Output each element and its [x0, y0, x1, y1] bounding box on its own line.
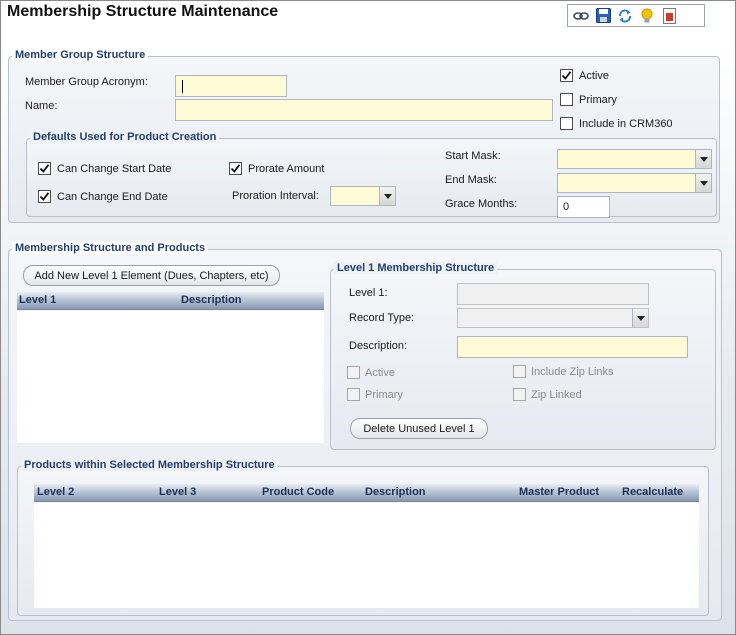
start-mask-label: Start Mask: [445, 150, 501, 162]
grace-months-label: Grace Months: [445, 198, 518, 210]
save-icon[interactable] [594, 7, 612, 25]
can-change-end-date-checkbox[interactable] [38, 190, 51, 203]
acronym-input[interactable] [175, 75, 287, 97]
column-header-description[interactable]: Description [365, 486, 426, 498]
products-grid-header: Level 2 Level 3 Product Code Description… [34, 484, 699, 502]
chevron-down-icon[interactable] [379, 187, 395, 205]
defaults-section: Defaults Used for Product Creation Can C… [26, 131, 717, 218]
level1-active-label: Active [365, 367, 395, 379]
name-input[interactable] [175, 99, 553, 121]
include-zip-links-label: Include Zip Links [531, 366, 614, 378]
record-type-select[interactable] [457, 308, 649, 328]
text-cursor [182, 80, 183, 93]
defaults-legend: Defaults Used for Product Creation [30, 131, 220, 143]
level1-active-checkbox[interactable] [347, 366, 360, 379]
proration-interval-label: Proration Interval: [232, 190, 319, 202]
report-icon[interactable] [660, 7, 678, 25]
checkmark-icon [230, 164, 241, 173]
column-header-level1[interactable]: Level 1 [19, 294, 56, 306]
include-crm360-checkbox[interactable] [560, 117, 573, 130]
delete-unused-level1-button[interactable]: Delete Unused Level 1 [350, 418, 488, 439]
can-change-start-date-label: Can Change Start Date [57, 163, 172, 175]
record-type-label: Record Type: [349, 312, 415, 324]
prorate-amount-checkbox[interactable] [229, 162, 242, 175]
grace-months-input[interactable]: 0 [557, 196, 610, 218]
checkmark-icon [39, 164, 50, 173]
lightbulb-icon[interactable] [638, 7, 656, 25]
description-input[interactable] [457, 336, 688, 358]
link-icon[interactable] [572, 7, 590, 25]
refresh-icon[interactable] [616, 7, 634, 25]
checkmark-icon [39, 192, 50, 201]
checkmark-icon [561, 71, 572, 80]
column-header-master-product[interactable]: Master Product [519, 486, 599, 498]
end-mask-select[interactable] [557, 173, 712, 193]
include-crm360-label: Include in CRM360 [579, 118, 673, 130]
proration-interval-select[interactable] [330, 186, 396, 206]
active-checkbox[interactable] [560, 69, 573, 82]
chevron-down-icon[interactable] [695, 150, 711, 168]
include-zip-links-checkbox[interactable] [513, 365, 526, 378]
level1-detail-section: Level 1 Membership Structure Level 1: Re… [330, 262, 716, 450]
member-group-structure-section: Member Group Structure Member Group Acro… [8, 49, 720, 223]
can-change-end-date-label: Can Change End Date [57, 191, 168, 203]
products-legend: Products within Selected Membership Stru… [21, 459, 278, 471]
page-title: Membership Structure Maintenance [7, 3, 279, 20]
column-header-description[interactable]: Description [181, 294, 242, 306]
active-label: Active [579, 70, 609, 82]
column-header-product-code[interactable]: Product Code [262, 486, 334, 498]
start-mask-select[interactable] [557, 149, 712, 169]
chevron-down-icon[interactable] [695, 174, 711, 192]
zip-linked-checkbox[interactable] [513, 388, 526, 401]
acronym-label: Member Group Acronym: [25, 76, 148, 88]
products-grid: Level 2 Level 3 Product Code Description… [34, 484, 699, 608]
primary-label: Primary [579, 94, 617, 106]
toolbar [567, 4, 705, 27]
level1-grid: Level 1 Description [17, 292, 324, 443]
member-group-structure-legend: Member Group Structure [12, 49, 149, 61]
level1-grid-header: Level 1 Description [17, 292, 324, 310]
primary-checkbox[interactable] [560, 93, 573, 106]
column-header-level3[interactable]: Level 3 [159, 486, 196, 498]
zip-linked-label: Zip Linked [531, 389, 582, 401]
column-header-level2[interactable]: Level 2 [37, 486, 74, 498]
name-label: Name: [25, 100, 58, 112]
window: Membership Structure Maintenance Member … [0, 0, 736, 635]
level1-detail-legend: Level 1 Membership Structure [334, 262, 498, 274]
column-header-recalculate[interactable]: Recalculate [622, 486, 683, 498]
prorate-amount-label: Prorate Amount [248, 163, 325, 175]
products-section: Products within Selected Membership Stru… [17, 459, 709, 616]
end-mask-label: End Mask: [445, 174, 497, 186]
membership-structure-legend: Membership Structure and Products [12, 242, 209, 254]
level1-primary-checkbox[interactable] [347, 388, 360, 401]
level1-primary-label: Primary [365, 389, 403, 401]
chevron-down-icon[interactable] [632, 309, 648, 327]
description-label: Description: [349, 340, 408, 352]
level1-input[interactable] [457, 283, 649, 305]
can-change-start-date-checkbox[interactable] [38, 162, 51, 175]
level1-label: Level 1: [349, 287, 388, 299]
membership-structure-section: Membership Structure and Products Add Ne… [8, 242, 722, 621]
add-level1-button[interactable]: Add New Level 1 Element (Dues, Chapters,… [23, 265, 280, 286]
